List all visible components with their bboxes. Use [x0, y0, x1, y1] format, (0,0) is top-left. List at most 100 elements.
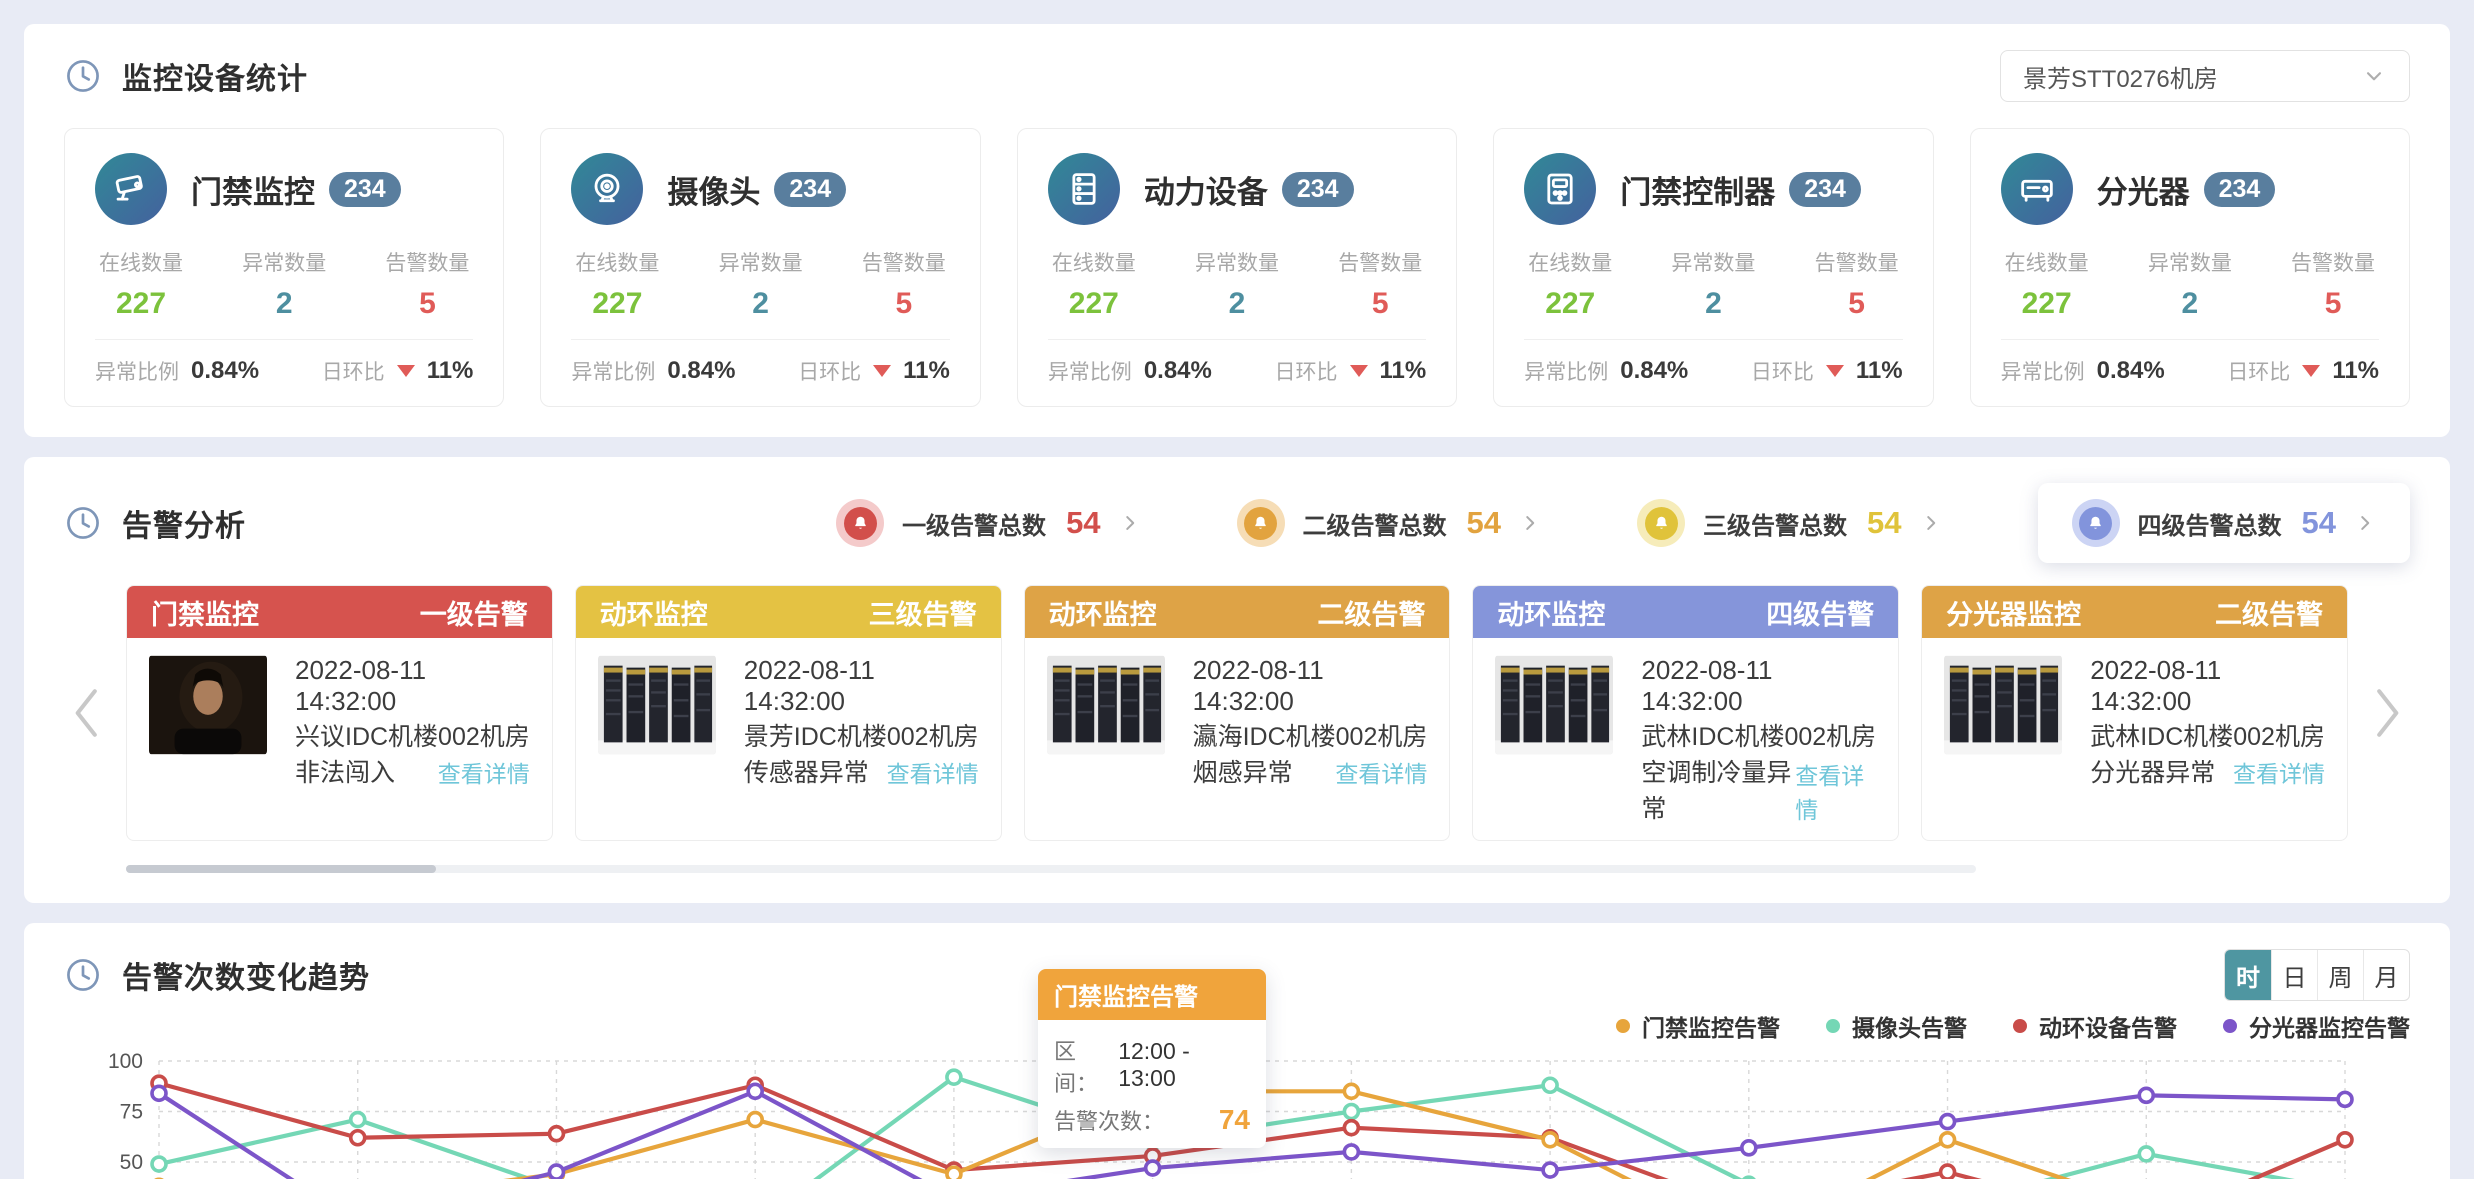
ratio-value: 0.84%	[191, 357, 259, 385]
tab-week[interactable]: 周	[2317, 950, 2363, 1000]
dod-value: 11%	[1856, 357, 1903, 385]
online-count: 227	[2005, 287, 2089, 321]
tooltip-range-value: 12:00 - 13:00	[1118, 1038, 1250, 1092]
alarm-bell-icon	[1652, 514, 1671, 533]
ratio-label: 异常比例	[1048, 356, 1132, 386]
alarm-issue: 传感器异常	[744, 753, 869, 789]
summary-label: 三级告警总数	[1703, 506, 1847, 541]
view-details-link[interactable]: 查看详情	[438, 755, 530, 789]
alarm-level-1-summary[interactable]: 一级告警总数 54	[836, 499, 1140, 547]
view-details-link[interactable]: 查看详情	[1795, 757, 1876, 825]
alarm-location: 武林IDC机楼002机房	[2090, 717, 2325, 753]
ratio-label: 异常比例	[95, 356, 179, 386]
tab-month[interactable]: 月	[2363, 950, 2409, 1000]
tooltip-count-label: 告警次数：	[1054, 1104, 1164, 1136]
device-title: 门禁监控	[191, 167, 315, 212]
alarm-location: 瀛海IDC机楼002机房	[1193, 717, 1428, 753]
abnormal-label: 异常数量	[1195, 247, 1279, 277]
dod-value: 11%	[903, 357, 950, 385]
alarm-level: 三级告警	[869, 593, 977, 632]
online-label: 在线数量	[1528, 247, 1612, 277]
intruder-photo	[149, 655, 267, 755]
legend-item[interactable]: 动环设备告警	[2013, 1009, 2177, 1043]
alarm-card: 门禁监控 一级告警 2022-08-11 14:32:00 兴议IDC机楼002…	[126, 585, 553, 841]
down-triangle-icon	[397, 365, 415, 377]
ratio-value: 0.84%	[1620, 357, 1688, 385]
abnormal-count: 2	[1195, 287, 1279, 321]
summary-count: 54	[1066, 505, 1100, 541]
alarm-level: 四级告警	[1766, 593, 1874, 632]
abnormal-count: 2	[242, 287, 326, 321]
alarm-level-4-summary[interactable]: 四级告警总数 54	[2072, 499, 2376, 547]
legend-item[interactable]: 门禁监控告警	[1616, 1009, 1780, 1043]
view-details-link[interactable]: 查看详情	[1335, 755, 1427, 789]
alarm-level-2-summary[interactable]: 二级告警总数 54	[1237, 499, 1541, 547]
device-card: 摄像头 234 在线数量227 异常数量2 告警数量5 异常比例0.84% 日环…	[540, 128, 980, 407]
down-triangle-icon	[1350, 365, 1368, 377]
dod-label: 日环比	[1275, 356, 1338, 386]
device-total-badge: 234	[329, 172, 401, 207]
device-card: 分光器 234 在线数量227 异常数量2 告警数量5 异常比例0.84% 日环…	[1970, 128, 2410, 407]
device-total-badge: 234	[1282, 172, 1354, 207]
alarm-card: 动环监控 三级告警 2022-08-11 14:32:00 景芳IDC机楼002…	[575, 585, 1002, 841]
online-count: 227	[1052, 287, 1136, 321]
legend-dot	[2013, 1019, 2027, 1033]
alarm-level: 一级告警	[420, 593, 528, 632]
dod-value: 11%	[2332, 357, 2379, 385]
alarm-level-3-summary[interactable]: 三级告警总数 54	[1637, 499, 1941, 547]
legend-dot	[1826, 1019, 1840, 1033]
scrollbar-thumb[interactable]	[126, 865, 436, 873]
ratio-value: 0.84%	[1144, 357, 1212, 385]
alarm-label: 告警数量	[862, 247, 946, 277]
down-triangle-icon	[2302, 365, 2320, 377]
legend-dot	[1616, 1019, 1630, 1033]
room-selector[interactable]: 景芳STT0276机房	[2000, 50, 2410, 102]
down-triangle-icon	[873, 365, 891, 377]
alarm-bell-icon	[1251, 514, 1270, 533]
time-granularity-tabs: 时 日 周 月	[2224, 949, 2410, 1001]
alarm-issue: 烟感异常	[1193, 753, 1293, 789]
online-count: 227	[575, 287, 659, 321]
chevron-right-icon[interactable]	[1119, 512, 1141, 534]
dod-value: 11%	[427, 357, 474, 385]
alarm-type: 分光器监控	[1946, 593, 2081, 632]
tab-hour[interactable]: 时	[2225, 950, 2271, 1000]
legend-item[interactable]: 分光器监控告警	[2223, 1009, 2410, 1043]
abnormal-count: 2	[719, 287, 803, 321]
alarm-time: 2022-08-11 14:32:00	[2090, 655, 2325, 717]
ratio-label: 异常比例	[2001, 356, 2085, 386]
abnormal-count: 2	[1671, 287, 1755, 321]
carousel-next-button[interactable]	[2368, 685, 2406, 741]
dod-label: 日环比	[1751, 356, 1814, 386]
power-equipment-icon	[1063, 168, 1105, 210]
down-triangle-icon	[1826, 365, 1844, 377]
alarm-bell-icon	[851, 514, 870, 533]
online-label: 在线数量	[99, 247, 183, 277]
ratio-value: 0.84%	[2097, 357, 2165, 385]
section-title-alarm-trend: 告警次数变化趋势	[122, 953, 370, 997]
alarm-time: 2022-08-11 14:32:00	[1193, 655, 1428, 717]
chevron-right-icon[interactable]	[2354, 512, 2376, 534]
view-details-link[interactable]: 查看详情	[887, 755, 979, 789]
server-racks-photo	[1944, 655, 2062, 755]
device-stats-panel: 监控设备统计 景芳STT0276机房 门禁监控 234 在线数量227 异常数量…	[24, 24, 2450, 437]
abnormal-label: 异常数量	[2148, 247, 2232, 277]
chevron-right-icon[interactable]	[1920, 512, 1942, 534]
legend-item[interactable]: 摄像头告警	[1826, 1009, 1967, 1043]
alarm-time: 2022-08-11 14:32:00	[744, 655, 979, 717]
view-details-link[interactable]: 查看详情	[2233, 755, 2325, 789]
tooltip-title: 门禁监控告警	[1038, 969, 1266, 1020]
carousel-prev-button[interactable]	[68, 685, 106, 741]
alarm-time: 2022-08-11 14:32:00	[295, 655, 530, 717]
alarm-type: 动环监控	[1497, 593, 1605, 632]
svg-text:100: 100	[108, 1051, 143, 1073]
dod-value: 11%	[1380, 357, 1427, 385]
scrollbar-track	[126, 865, 1976, 873]
chevron-right-icon[interactable]	[1519, 512, 1541, 534]
tab-day[interactable]: 日	[2271, 950, 2317, 1000]
summary-count: 54	[1867, 505, 1901, 541]
room-selector-value: 景芳STT0276机房	[2023, 59, 2218, 94]
alarm-label: 告警数量	[1815, 247, 1899, 277]
online-label: 在线数量	[575, 247, 659, 277]
alarm-label: 告警数量	[2291, 247, 2375, 277]
